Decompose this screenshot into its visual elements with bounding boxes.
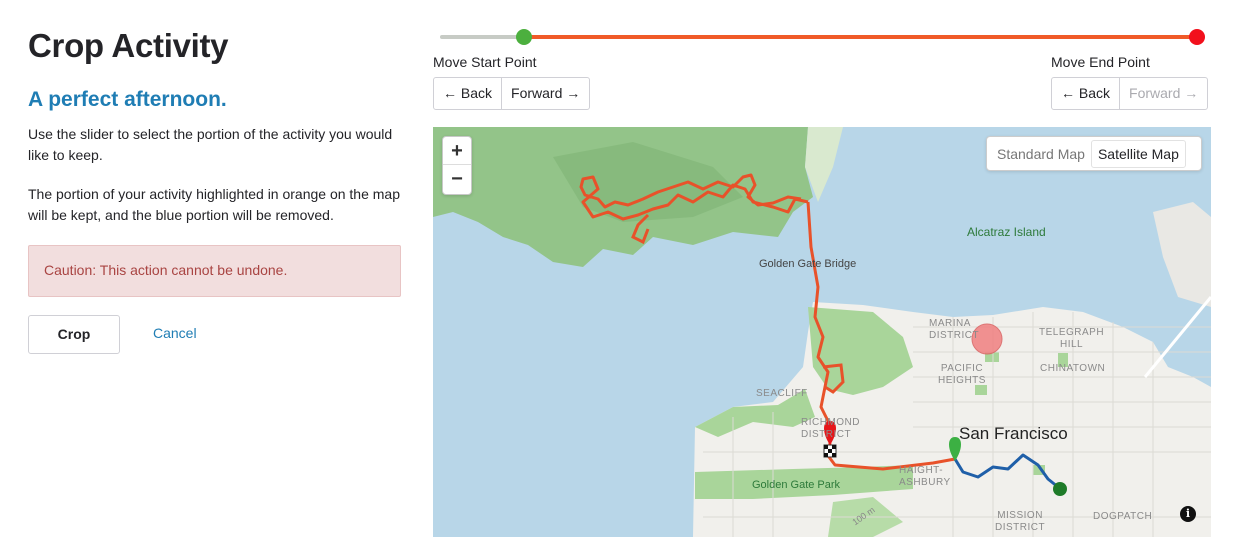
crop-button[interactable]: Crop (28, 315, 120, 354)
move-start-point-label: Move Start Point (433, 54, 537, 70)
zoom-control: + − (442, 136, 472, 195)
original-end-dot (1053, 482, 1067, 496)
label-chinatown: CHINATOWN (1040, 363, 1106, 374)
label-richmond: RICHMOND DISTRICT (801, 417, 860, 440)
label-alcatraz: Alcatraz Island (967, 225, 1046, 239)
end-forward-button[interactable]: Forward → (1119, 77, 1209, 110)
start-point-handle[interactable] (516, 29, 533, 45)
label-dogpatch: DOGPATCH (1093, 511, 1153, 522)
activity-name: A perfect afternoon. (28, 88, 227, 111)
standard-map-option[interactable]: Standard Map (991, 141, 1091, 167)
finish-flag-icon (823, 444, 837, 458)
slider-selected-range (524, 35, 1197, 39)
instructions-text: Use the slider to select the portion of … (28, 126, 393, 163)
start-back-button[interactable]: ← Back (433, 77, 503, 110)
end-back-button[interactable]: ← Back (1051, 77, 1121, 110)
end-point-controls: ← Back Forward → (1051, 77, 1209, 110)
label-telegraph: TELEGRAPH HILL (1039, 327, 1105, 350)
label-pacific-heights: PACIFIC HEIGHTS (938, 363, 986, 386)
info-icon[interactable]: i (1180, 506, 1196, 522)
zoom-in-button[interactable]: + (443, 137, 471, 165)
satellite-map-option[interactable]: Satellite Map (1090, 139, 1186, 168)
zoom-out-button[interactable]: − (443, 165, 471, 193)
page-title: Crop Activity (28, 27, 229, 64)
start-forward-button[interactable]: Forward → (501, 77, 591, 110)
label-seacliff: SEACLIFF (756, 388, 808, 399)
crop-range-slider[interactable] (440, 27, 1205, 47)
caution-alert: Caution: This action cannot be undone. (28, 245, 401, 297)
end-point-handle[interactable] (1189, 29, 1205, 45)
label-marina: MARINA DISTRICT (929, 318, 980, 341)
bay-bridge (1143, 296, 1211, 378)
label-golden-gate-bridge: Golden Gate Bridge (759, 258, 857, 270)
highlight-explanation-text: The portion of your activity highlighted… (28, 186, 401, 223)
activity-map[interactable]: + − Standard Map Satellite Map Alcatraz … (433, 127, 1211, 537)
label-haight: HAIGHT- ASHBURY (899, 465, 951, 488)
label-san-francisco: San Francisco (959, 424, 1068, 443)
start-point-controls: ← Back Forward → (433, 77, 591, 110)
cancel-link[interactable]: Cancel (153, 325, 197, 341)
label-golden-gate-park: Golden Gate Park (752, 479, 841, 491)
move-end-point-label: Move End Point (1051, 54, 1150, 70)
treasure-island (1153, 202, 1211, 307)
label-mission: MISSION DISTRICT (995, 510, 1046, 533)
map-type-toggle: Standard Map Satellite Map (986, 136, 1202, 171)
